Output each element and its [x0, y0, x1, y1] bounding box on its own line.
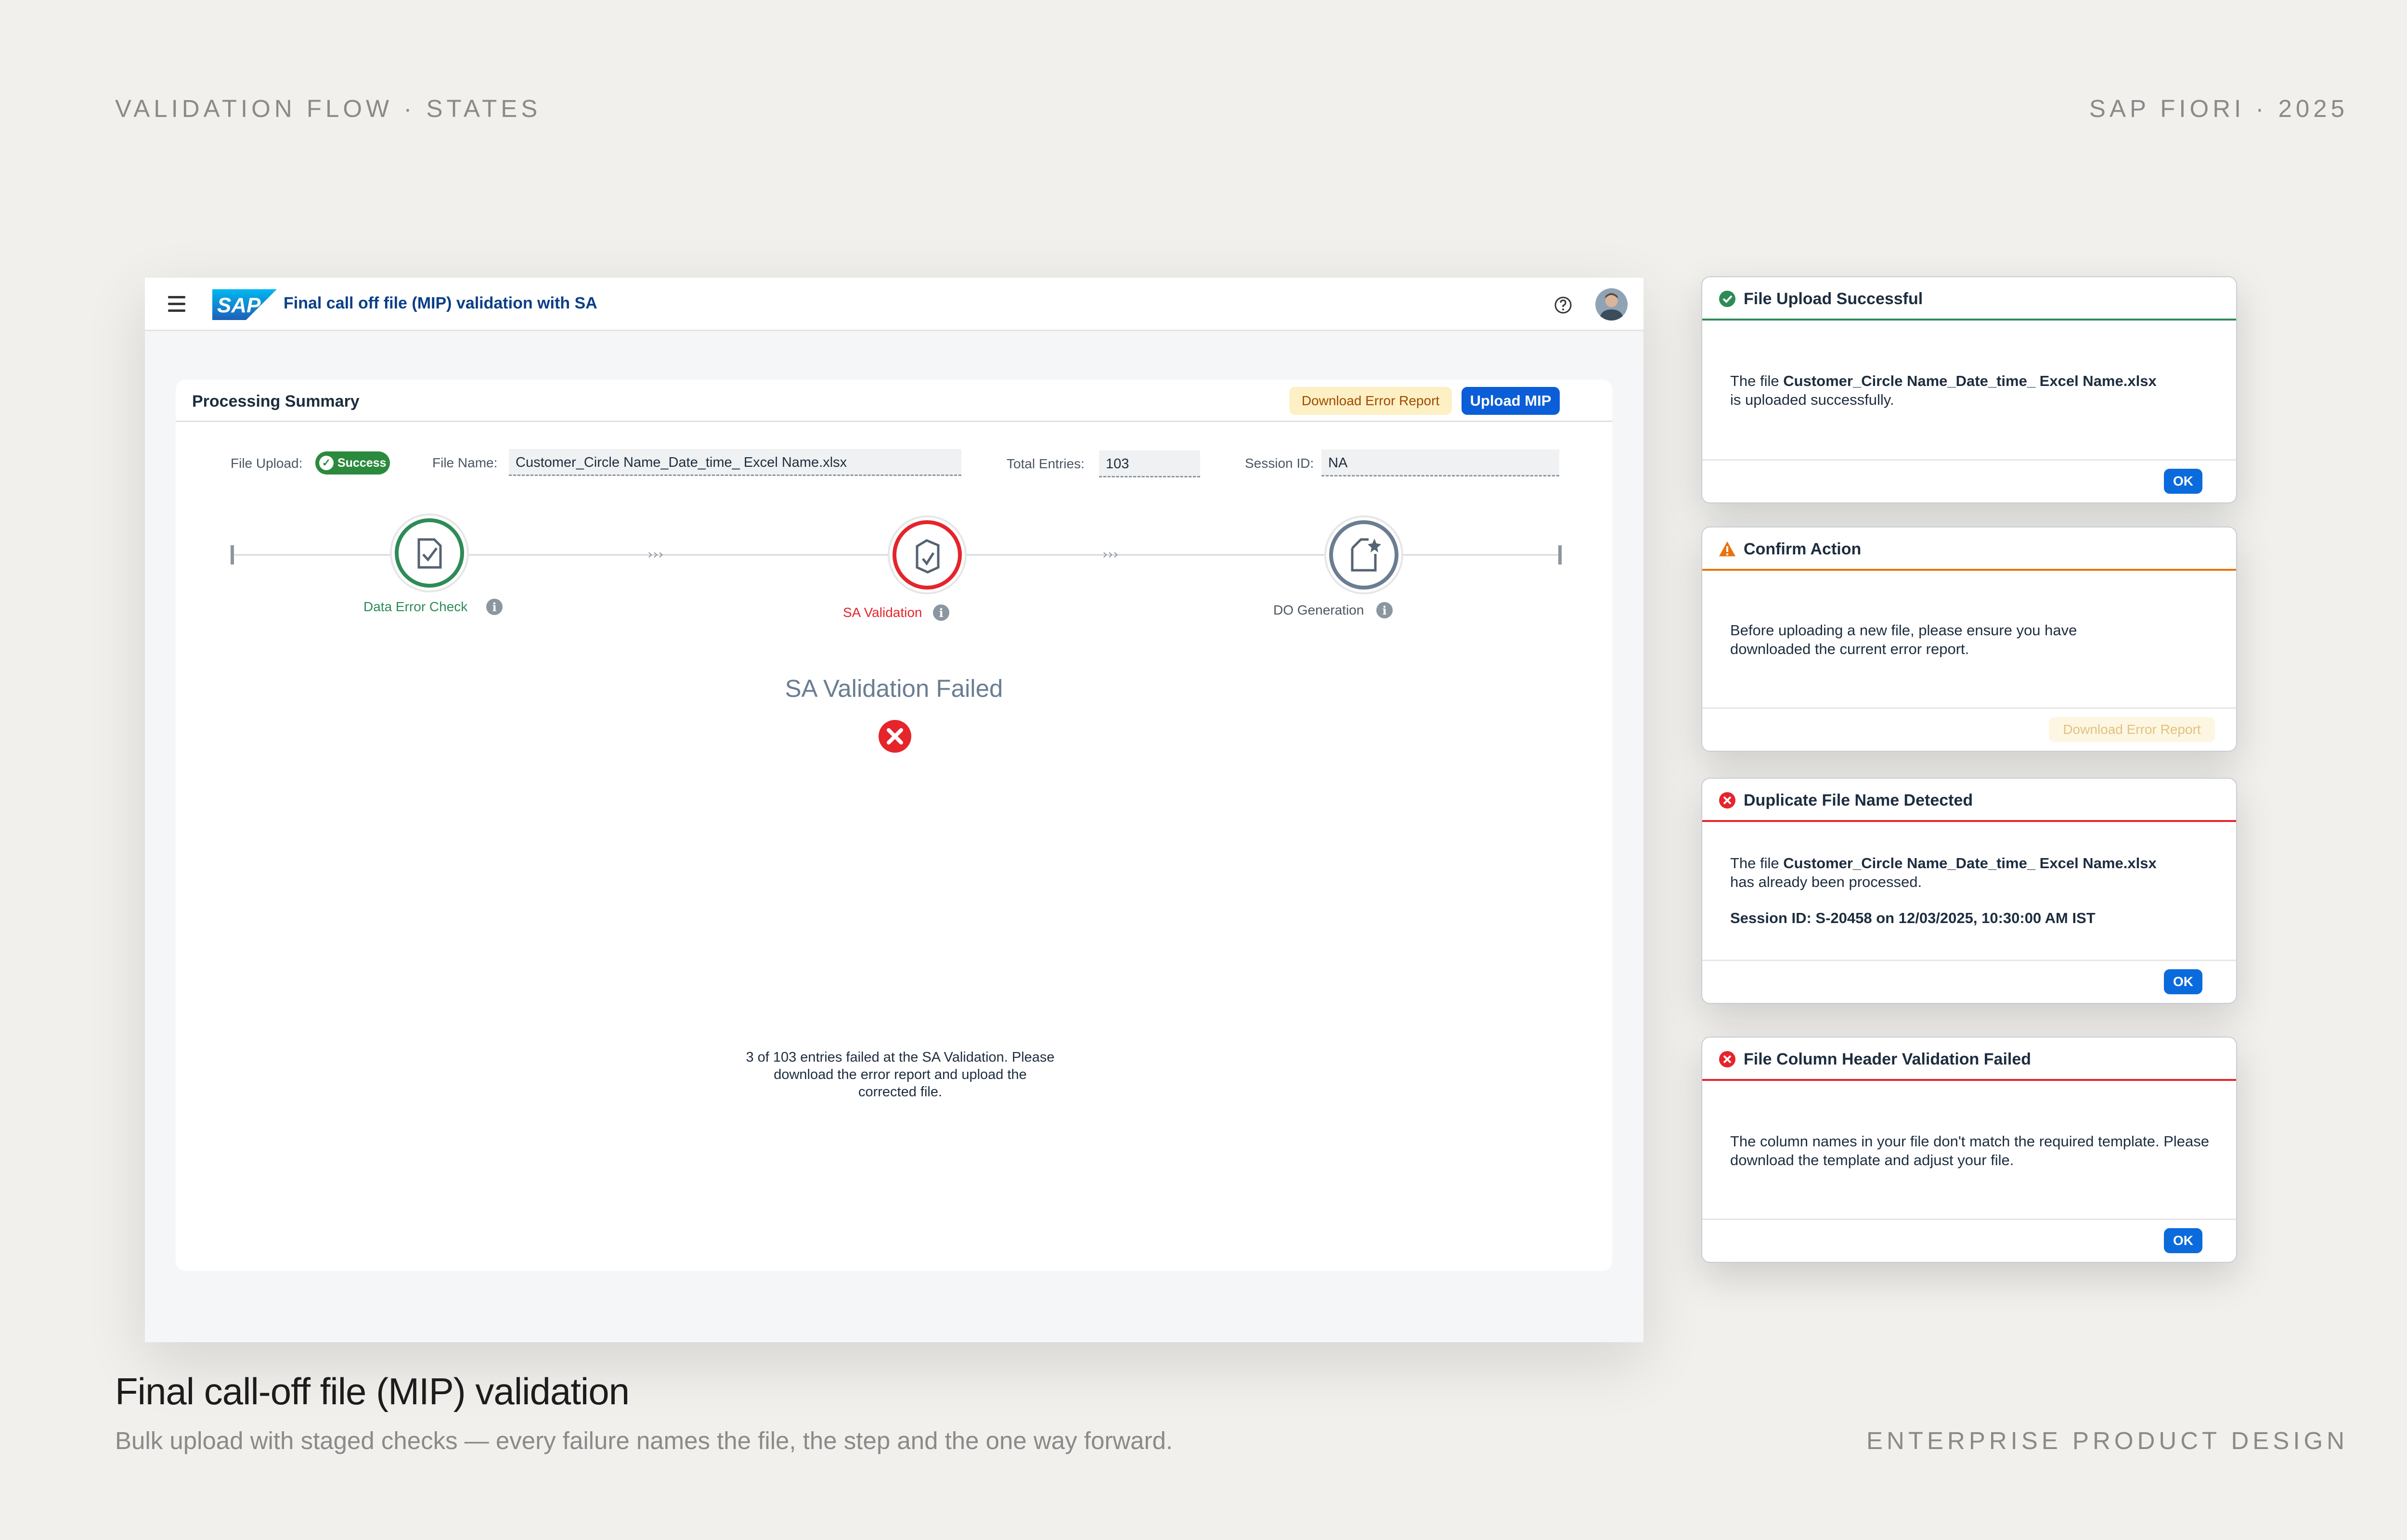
app-title: Final call off file (MIP) validation wit… — [284, 294, 597, 312]
footer-label: ENTERPRISE PRODUCT DESIGN — [1866, 1427, 2348, 1454]
file-name-label: File Name: — [432, 455, 498, 470]
session-id-field[interactable]: NA — [1321, 449, 1559, 476]
warning-icon — [1719, 541, 1735, 556]
section-label: VALIDATION FLOW · STATES — [115, 95, 542, 122]
download-error-report-button[interactable]: Download Error Report — [1289, 387, 1452, 415]
sap-logo: SAP — [212, 289, 277, 320]
dialog-footer: OK — [1702, 960, 2236, 1003]
file-name: Customer_Circle Name_Date_time_ Excel Na… — [1783, 372, 2157, 389]
dialog-body: The column names in your file don't matc… — [1730, 1133, 2209, 1168]
menu-icon[interactable] — [168, 296, 185, 312]
step-do-generation-icon[interactable] — [1324, 515, 1403, 594]
help-icon[interactable] — [1553, 295, 1573, 315]
flow-arrow-1: ››› — [647, 546, 664, 562]
dialog-footer: Download Error Report — [1702, 707, 2236, 751]
dialog-upload-success: File Upload Successful The file Customer… — [1701, 276, 2237, 503]
dialog-body: Before uploading a new file, please ensu… — [1730, 622, 2077, 657]
status-badge-text: Success — [337, 456, 387, 470]
dialog-body: The file Customer_Circle Name_Date_time_… — [1730, 372, 2217, 409]
dialog-header: Duplicate File Name Detected — [1702, 779, 2236, 822]
file-upload-label: File Upload: — [231, 456, 303, 471]
step-sa-validation-label: SA Validation — [843, 605, 922, 620]
svg-text:SAP: SAP — [217, 294, 261, 317]
ok-button[interactable]: OK — [2164, 1228, 2202, 1253]
dialog-duplicate-file: Duplicate File Name Detected The file Cu… — [1701, 778, 2237, 1004]
flow-arrow-2: ››› — [1102, 546, 1119, 562]
dialog-text: The file — [1730, 855, 1784, 872]
error-icon — [879, 720, 911, 753]
dialog-confirm-action: Confirm Action Before uploading a new fi… — [1701, 526, 2237, 752]
flow-end-marker — [1558, 545, 1562, 565]
brand-year-label: SAP FIORI · 2025 — [2089, 95, 2348, 122]
dialog-text: The file — [1730, 372, 1784, 389]
dialog-text: has already been processed. — [1730, 873, 1922, 890]
status-badge: ✓ Success — [315, 451, 390, 475]
dialog-title: Duplicate File Name Detected — [1744, 791, 1973, 809]
case-subtitle: Bulk upload with staged checks — every f… — [115, 1427, 1173, 1454]
card-title: Processing Summary — [192, 392, 360, 411]
file-name-field[interactable]: Customer_Circle Name_Date_time_ Excel Na… — [509, 449, 961, 476]
app-window: SAP Final call off file (MIP) validation… — [145, 278, 1643, 1342]
upload-mip-button[interactable]: Upload MIP — [1462, 387, 1560, 415]
info-icon[interactable]: i — [1376, 602, 1393, 618]
dialog-header-validation-failed: File Column Header Validation Failed The… — [1701, 1037, 2237, 1263]
file-name: Customer_Circle Name_Date_time_ Excel Na… — [1783, 855, 2157, 872]
step-sa-validation-icon[interactable] — [888, 515, 967, 594]
flow-start-marker — [231, 545, 234, 565]
error-icon — [1719, 1051, 1735, 1067]
dialog-footer: OK — [1702, 1219, 2236, 1262]
result-title: SA Validation Failed — [785, 675, 1003, 702]
step-data-error-check-icon[interactable] — [390, 513, 469, 592]
dialog-title: File Upload Successful — [1744, 290, 1923, 308]
info-icon[interactable]: i — [933, 604, 949, 621]
session-info: Session ID: S-20458 on 12/03/2025, 10:30… — [1730, 910, 2096, 926]
shell-bar: SAP Final call off file (MIP) validation… — [145, 278, 1643, 331]
total-entries-field[interactable]: 103 — [1099, 450, 1200, 477]
step-data-error-check-label: Data Error Check — [363, 599, 468, 614]
success-icon — [1719, 291, 1735, 307]
dialog-title: File Column Header Validation Failed — [1744, 1050, 2032, 1068]
ok-button[interactable]: OK — [2164, 969, 2202, 994]
dialog-header: Confirm Action — [1702, 527, 2236, 571]
process-flow: ››› ››› — [231, 513, 1562, 594]
error-icon — [1719, 792, 1735, 808]
dialog-title: Confirm Action — [1744, 540, 1862, 558]
dialog-footer: OK — [1702, 459, 2236, 502]
case-title: Final call-off file (MIP) validation — [115, 1370, 630, 1412]
dialog-text: is uploaded successfully. — [1730, 391, 1894, 408]
session-id-label: Session ID: — [1245, 456, 1314, 471]
user-avatar[interactable] — [1595, 288, 1628, 321]
check-icon: ✓ — [319, 456, 334, 470]
step-do-generation-label: DO Generation — [1273, 603, 1364, 617]
info-icon[interactable]: i — [486, 599, 503, 615]
dialog-body: The file Customer_Circle Name_Date_time_… — [1730, 854, 2217, 891]
dialog-header: File Column Header Validation Failed — [1702, 1038, 2236, 1081]
result-message: 3 of 103 entries failed at the SA Valida… — [746, 1050, 1055, 1100]
total-entries-label: Total Entries: — [1007, 456, 1085, 471]
processing-summary-card: Processing Summary Download Error Report… — [176, 380, 1612, 1271]
ok-button[interactable]: OK — [2164, 469, 2202, 494]
download-error-report-button[interactable]: Download Error Report — [2049, 717, 2215, 742]
dialog-header: File Upload Successful — [1702, 277, 2236, 321]
card-header: Processing Summary Download Error Report… — [176, 380, 1612, 422]
